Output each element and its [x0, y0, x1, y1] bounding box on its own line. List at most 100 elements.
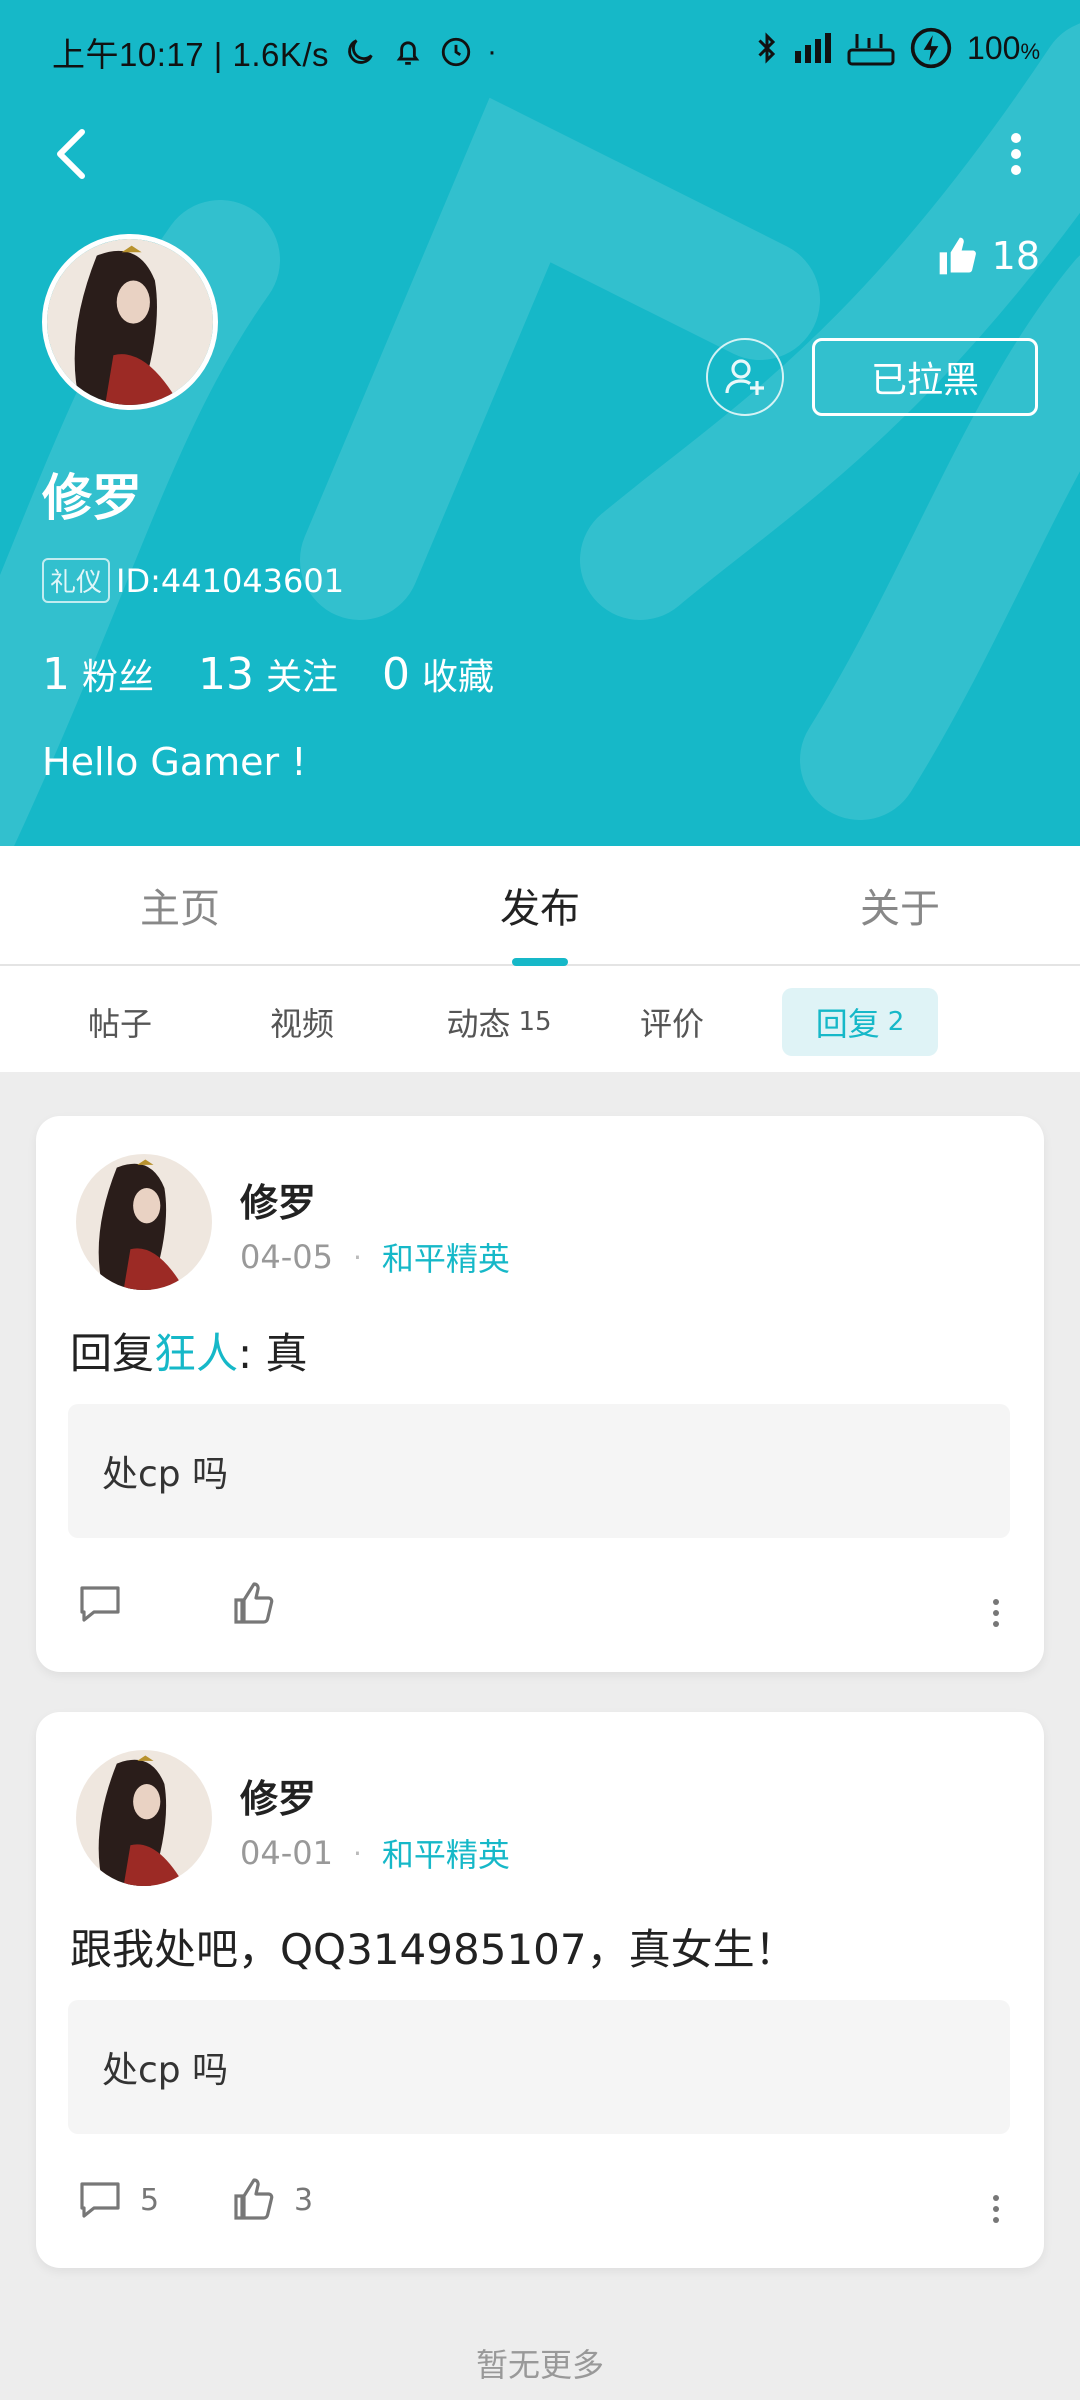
tab-indicator [512, 958, 568, 966]
subtab-replies[interactable]: 回复 2 [782, 988, 938, 1056]
post-text-prefix: 回复 [70, 1329, 155, 1378]
more-options-button[interactable] [988, 122, 1044, 186]
post-game-link[interactable]: 和平精英 [382, 1234, 510, 1280]
post-author-name[interactable]: 修罗 [240, 1768, 316, 1823]
avatar-image [76, 1750, 212, 1886]
post-game-link[interactable]: 和平精英 [382, 1830, 510, 1876]
like-button[interactable]: 3 [230, 2176, 313, 2224]
comment-icon [80, 2182, 120, 2218]
post-meta: 04-01 · 和平精英 [240, 1830, 510, 1876]
add-user-icon [725, 359, 764, 395]
avatar[interactable] [76, 1154, 212, 1290]
profile-avatar[interactable] [42, 234, 218, 410]
post-text: 跟我处吧，QQ314985107，真女生！ [70, 1916, 797, 1977]
signal-icon [795, 33, 832, 63]
dot-icon: · [487, 35, 498, 68]
tab-home[interactable]: 主页 [80, 846, 280, 964]
router-icon [847, 34, 895, 66]
profile-like-count[interactable]: 18 [936, 234, 1040, 278]
post-author-name[interactable]: 修罗 [240, 1172, 316, 1227]
subtab-reviews[interactable]: 评价 [612, 988, 732, 1056]
stat-following[interactable]: 13 关注 [198, 648, 338, 700]
post-date: 04-01 [240, 1834, 333, 1872]
add-friend-button[interactable] [706, 338, 784, 416]
main-tabs: 主页 发布 关于 [0, 846, 1080, 966]
comment-button[interactable]: 5 [76, 2176, 159, 2224]
avatar-image [76, 1154, 212, 1290]
stat-favorites[interactable]: 0 收藏 [382, 648, 494, 700]
stat-followers[interactable]: 1 粉丝 [42, 648, 154, 700]
clock-icon [441, 37, 471, 67]
separator-dot: · [352, 1836, 362, 1870]
profile-stats: 1 粉丝 13 关注 0 收藏 [42, 648, 538, 700]
watermark-logo [0, 23, 1080, 846]
more-vertical-icon [993, 2195, 999, 2223]
stat-num: 1 [42, 649, 70, 700]
status-time: 上午10:17 | 1.6K/s · [52, 28, 498, 76]
avatar-image [47, 239, 213, 405]
subtab-posts[interactable]: 帖子 [60, 988, 180, 1056]
quoted-post[interactable]: 处cp 吗 [68, 2000, 1010, 2134]
post-meta: 04-05 · 和平精英 [240, 1234, 510, 1280]
quoted-text: 处cp 吗 [102, 1454, 229, 1495]
profile-name: 修罗 [42, 469, 142, 527]
avatar[interactable] [76, 1750, 212, 1886]
subtab-label: 帖子 [87, 1005, 152, 1043]
tab-publish[interactable]: 发布 [440, 846, 640, 964]
subtab-moments[interactable]: 动态 15 [424, 988, 574, 1056]
status-bar: 上午10:17 | 1.6K/s · 100% [0, 0, 1080, 100]
post-actions [76, 1580, 1006, 1640]
etiquette-tag-badge: 礼仪 [42, 558, 111, 603]
thumbs-up-icon [234, 2178, 274, 2220]
chevron-left-icon [57, 129, 85, 179]
moon-icon [348, 39, 373, 64]
separator-dot: · [352, 1240, 362, 1274]
more-vertical-icon [993, 1599, 999, 1627]
subtab-label: 回复 [815, 1005, 880, 1043]
post-more-button[interactable] [986, 2184, 1006, 2234]
reply-card[interactable]: 修罗 04-01 · 和平精英 跟我处吧，QQ314985107，真女生！ 处c… [36, 1712, 1044, 2268]
battery-level: 100% [967, 29, 1040, 66]
post-actions: 5 3 [76, 2176, 1006, 2236]
post-more-button[interactable] [986, 1588, 1006, 1638]
subtab-label: 视频 [269, 1005, 334, 1043]
alarm-bell-icon [396, 41, 420, 65]
post-text-suffix: : 真 [238, 1329, 308, 1378]
post-text-prefix: 跟我处吧，QQ314985107，真女生！ [70, 1925, 797, 1974]
no-more-text: 暂无更多 [475, 2346, 604, 2384]
stat-label: 粉丝 [82, 657, 155, 698]
battery-charging-icon [910, 27, 952, 69]
bluetooth-icon [758, 32, 776, 64]
profile-id: ID:441043601 [116, 561, 345, 600]
like-count-text: 18 [991, 234, 1040, 278]
tab-about[interactable]: 关于 [800, 846, 1000, 964]
comment-icon [80, 1586, 120, 1622]
quoted-text: 处cp 吗 [102, 2050, 229, 2091]
reply-card[interactable]: 修罗 04-05 · 和平精英 回复狂人: 真 处cp 吗 [36, 1116, 1044, 1672]
stat-label: 关注 [266, 657, 339, 698]
sub-tabs: 帖子 视频 动态 15 评价 回复 2 [0, 966, 1080, 1072]
subtab-videos[interactable]: 视频 [242, 988, 362, 1056]
profile-bio: Hello Gamer ! [42, 740, 307, 784]
thumbs-up-icon [234, 1582, 274, 1624]
stat-num: 13 [198, 649, 255, 700]
time-speed-text: 上午10:17 | 1.6K/s [52, 36, 330, 73]
stat-num: 0 [382, 649, 411, 700]
quoted-post[interactable]: 处cp 吗 [68, 1404, 1010, 1538]
comment-count: 5 [140, 2182, 160, 2218]
status-right: 100% [755, 26, 1040, 70]
subtab-label: 动态 [446, 1005, 511, 1043]
back-button[interactable] [40, 122, 104, 186]
stat-label: 收藏 [422, 657, 495, 698]
profile-header: 上午10:17 | 1.6K/s · 100% 18 已拉黑 修罗 礼仪 ID:… [0, 0, 1080, 846]
post-date: 04-05 [240, 1238, 333, 1276]
subtab-count: 15 [518, 1007, 552, 1037]
comment-button[interactable] [76, 1580, 140, 1628]
like-button[interactable] [230, 1580, 294, 1628]
post-text: 回复狂人: 真 [70, 1320, 308, 1381]
subtab-count: 2 [887, 1007, 905, 1037]
mentioned-user-link[interactable]: 狂人 [154, 1329, 238, 1378]
profile-id-row: 礼仪 ID:441043601 [42, 558, 344, 603]
blocked-button[interactable]: 已拉黑 [812, 338, 1038, 416]
like-count: 3 [294, 2182, 314, 2218]
